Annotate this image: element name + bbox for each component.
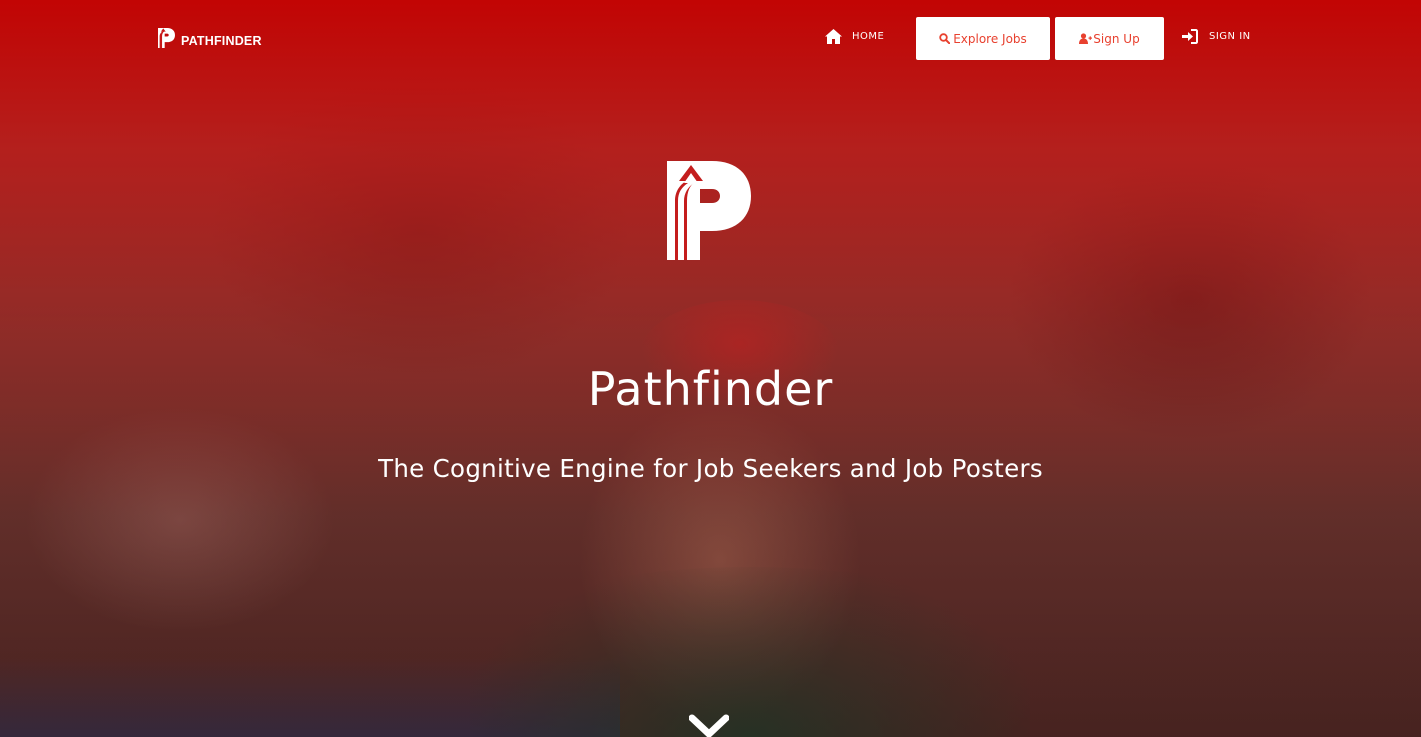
hero-logo-icon bbox=[667, 161, 751, 260]
explore-jobs-label: Explore Jobs bbox=[953, 31, 1027, 46]
explore-jobs-button[interactable]: Explore Jobs bbox=[916, 17, 1050, 60]
sign-in-label: SIGN IN bbox=[1209, 31, 1251, 42]
nav-home-label: HOME bbox=[852, 31, 885, 42]
search-icon bbox=[939, 33, 951, 45]
chevron-down-icon[interactable] bbox=[688, 710, 730, 737]
hero-section: PATHFINDER HOME Explore Jobs Sign Up SIG… bbox=[0, 0, 1421, 737]
nav-home-link[interactable]: HOME bbox=[825, 29, 884, 44]
top-navbar: PATHFINDER HOME Explore Jobs Sign Up SIG… bbox=[0, 0, 1421, 76]
brand-name: PATHFINDER bbox=[181, 34, 262, 48]
sign-in-icon bbox=[1182, 29, 1198, 44]
home-icon bbox=[825, 29, 842, 44]
sign-in-link[interactable]: SIGN IN bbox=[1182, 29, 1251, 44]
sign-up-button[interactable]: Sign Up bbox=[1055, 17, 1164, 60]
hero-subtitle: The Cognitive Engine for Job Seekers and… bbox=[378, 454, 1043, 483]
brand-link[interactable]: PATHFINDER bbox=[158, 28, 262, 48]
pathfinder-logo-icon bbox=[158, 28, 175, 48]
sign-up-label: Sign Up bbox=[1093, 31, 1140, 46]
user-plus-icon bbox=[1079, 33, 1093, 44]
hero-title: Pathfinder bbox=[587, 362, 834, 416]
